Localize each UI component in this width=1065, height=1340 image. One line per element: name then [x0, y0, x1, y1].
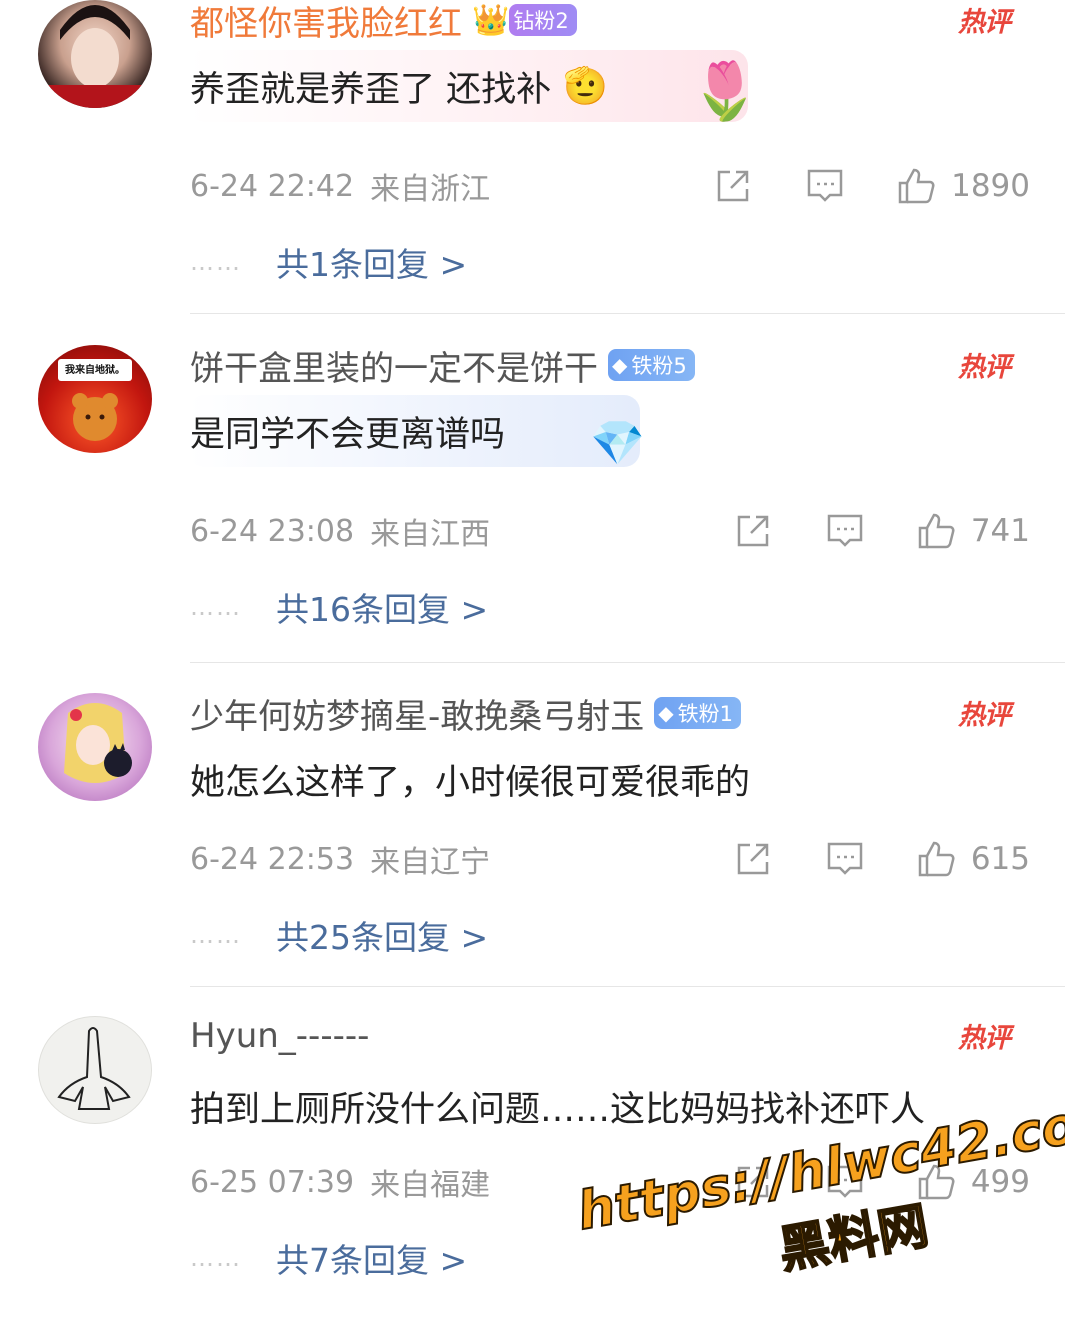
- username[interactable]: Hyun_------: [190, 1016, 369, 1056]
- tulip-decoration-icon: 🌷: [690, 59, 760, 124]
- comment-location: 来自浙江: [370, 172, 491, 207]
- comment-item: 都怪你害我脸红红 👑 钻粉2 热评 养歪就是养歪了 还找补 🫡 🌷 6-24 2…: [0, 0, 1065, 324]
- comment-icon[interactable]: [803, 164, 847, 208]
- like-count: 499: [970, 1164, 1030, 1200]
- divider: [190, 313, 1065, 314]
- salute-emoji-icon: 🫡: [563, 66, 608, 107]
- like-count: 1890: [951, 168, 1030, 204]
- share-icon[interactable]: [711, 164, 755, 208]
- hot-comment-badge: 热评: [958, 7, 1011, 38]
- view-replies-link[interactable]: 共16条回复 >: [276, 583, 488, 631]
- comment-item: Hyun_------ 热评 拍到上厕所没什么问题……这比妈妈找补还吓人 6-2…: [0, 1016, 1065, 1340]
- share-icon[interactable]: [731, 509, 775, 553]
- reply-dots: ……: [190, 593, 242, 621]
- diamond-decoration-icon: 💎: [590, 418, 645, 469]
- comment-icon[interactable]: [823, 1160, 867, 1204]
- badge-label: 钻粉2: [513, 9, 569, 33]
- comment-text: 拍到上厕所没什么问题……这比妈妈找补还吓人: [190, 1089, 926, 1130]
- badge-label: 铁粉5: [631, 354, 687, 378]
- crown-icon: 👑: [472, 2, 510, 38]
- like-icon[interactable]: [915, 1160, 959, 1204]
- comment-location: 来自福建: [370, 1168, 491, 1203]
- avatar[interactable]: [38, 0, 152, 108]
- comment-time: 6-25 07:39: [190, 1164, 355, 1200]
- comment-location: 来自辽宁: [370, 845, 491, 880]
- avatar[interactable]: [38, 693, 152, 801]
- comment-text: 是同学不会更离谱吗: [190, 414, 506, 455]
- like-icon[interactable]: [915, 837, 959, 881]
- comment-icon[interactable]: [823, 837, 867, 881]
- hot-comment-badge: 热评: [958, 1023, 1011, 1054]
- username[interactable]: 饼干盒里装的一定不是饼干: [190, 341, 598, 390]
- view-replies-link[interactable]: 共25条回复 >: [276, 911, 488, 959]
- avatar-caption: 我来自地狱。: [65, 365, 125, 376]
- diamond-badge-icon: ◆: [612, 353, 628, 377]
- fan-badge[interactable]: ◆ 铁粉1: [654, 697, 742, 729]
- fan-badge[interactable]: ◆ 铁粉5: [608, 349, 695, 381]
- username[interactable]: 都怪你害我脸红红: [190, 0, 462, 45]
- avatar[interactable]: 我来自地狱。: [38, 345, 152, 453]
- diamond-badge-icon: ◆: [658, 701, 674, 725]
- hot-comment-badge: 热评: [958, 700, 1011, 731]
- reply-dots: ……: [190, 248, 242, 276]
- avatar[interactable]: [38, 1016, 152, 1124]
- comment-text: 养歪就是养歪了 还找补: [190, 69, 552, 110]
- comment-time: 6-24 22:42: [190, 168, 355, 204]
- fan-badge[interactable]: 钻粉2: [509, 4, 577, 36]
- share-icon[interactable]: [731, 837, 775, 881]
- reply-dots: ……: [190, 921, 242, 949]
- comment-item: 我来自地狱。 饼干盒里装的一定不是饼干 ◆ 铁粉5 热评 是同学不会更离谱吗 💎 …: [0, 345, 1065, 669]
- hot-comment-badge: 热评: [958, 352, 1011, 383]
- view-replies-link[interactable]: 共1条回复 >: [276, 238, 467, 286]
- comment-text: 她怎么这样了，小时候很可爱很乖的: [190, 762, 751, 803]
- badge-label: 铁粉1: [677, 702, 734, 726]
- comment-icon[interactable]: [823, 509, 867, 553]
- view-replies-link[interactable]: 共7条回复 >: [276, 1234, 467, 1282]
- comment-location: 来自江西: [370, 517, 491, 552]
- reply-dots: ……: [190, 1244, 242, 1272]
- divider: [190, 986, 1065, 987]
- like-icon[interactable]: [895, 164, 939, 208]
- share-icon[interactable]: [731, 1160, 775, 1204]
- comment-time: 6-24 22:53: [190, 841, 355, 877]
- username[interactable]: 少年何妨梦摘星-敢挽桑弓射玉: [190, 689, 644, 738]
- comment-time: 6-24 23:08: [190, 513, 355, 549]
- like-count: 741: [970, 513, 1030, 549]
- divider: [190, 662, 1065, 663]
- like-count: 615: [970, 841, 1030, 877]
- like-icon[interactable]: [915, 509, 959, 553]
- comment-item: 少年何妨梦摘星-敢挽桑弓射玉 ◆ 铁粉1 热评 她怎么这样了，小时候很可爱很乖的 …: [0, 693, 1065, 1017]
